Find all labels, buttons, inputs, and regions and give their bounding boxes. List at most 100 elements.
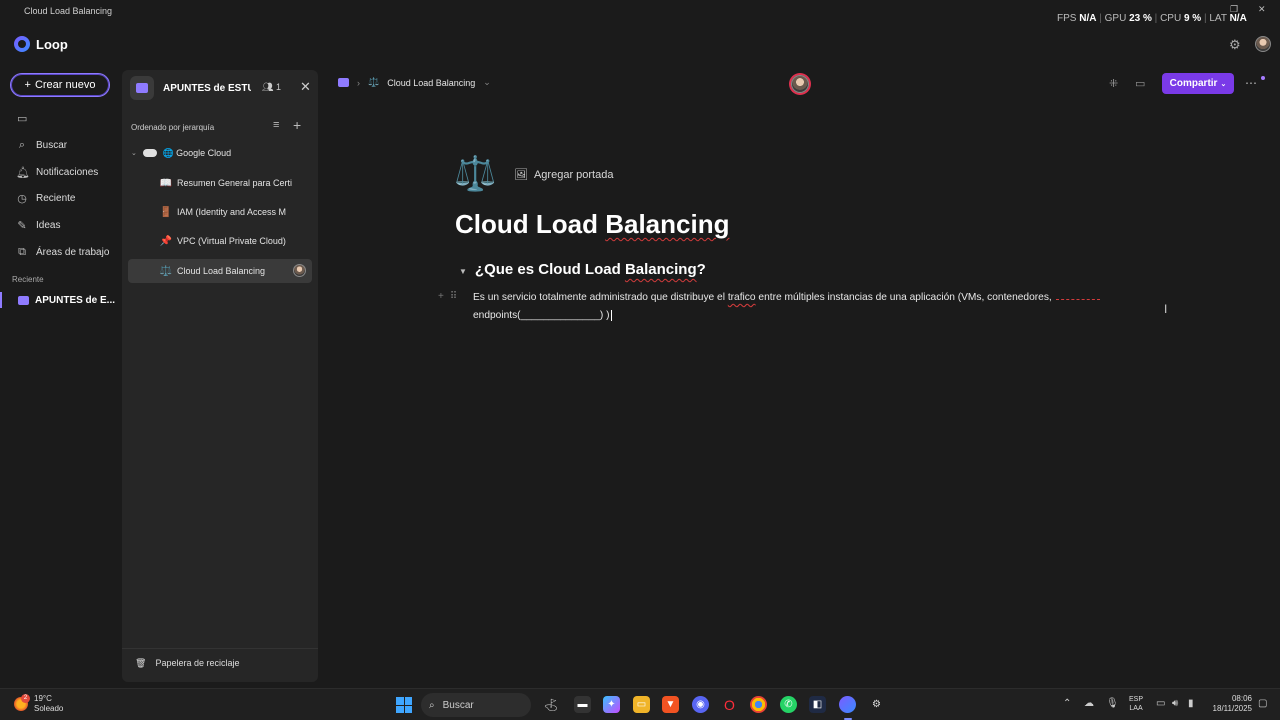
chrome-icon[interactable] [750, 696, 767, 713]
weather-text: Soleado [34, 704, 64, 713]
copilot-icon[interactable]: ✦ [603, 696, 620, 713]
workspace-title[interactable]: APUNTES de ESTU... [163, 83, 251, 94]
tree-item-iam[interactable]: 🚪 IAM (Identity and Access M [122, 200, 312, 224]
section-heading[interactable]: ▼ ¿Que es Cloud Load Balancing? [459, 261, 706, 278]
workspace-icon [136, 83, 148, 93]
nav-item-recent[interactable]: ◷ Reciente [16, 192, 75, 205]
close-window-icon[interactable]: ✕ [1258, 4, 1266, 15]
text-cursor-icon: I [1164, 302, 1168, 316]
breadcrumb-page[interactable]: Cloud Load Balancing [387, 78, 475, 88]
brave-icon[interactable]: ▼ [662, 696, 679, 713]
chevron-down-icon[interactable]: ⌄ [483, 77, 491, 88]
battery-icon[interactable]: ▮ [1188, 698, 1194, 709]
share-label: Compartir [1169, 78, 1218, 89]
page-title-text: Cloud Load [455, 209, 606, 239]
toggle-sidebar-icon[interactable]: ▭ [17, 112, 27, 125]
terminal-icon[interactable]: ▬ [574, 696, 591, 713]
cloud-off-icon[interactable]: ☁ [1084, 698, 1094, 709]
book-icon: 📖 [159, 177, 173, 189]
sun-icon: 2 [14, 694, 30, 711]
para-text: entre múltiples instancias de una aplica… [755, 292, 1052, 303]
discord-icon[interactable]: ◉ [692, 696, 709, 713]
recycle-bin-label: Papelera de reciclaje [155, 658, 240, 668]
members-count: 1 [275, 82, 281, 92]
apps-icon[interactable]: ⁜ [1109, 77, 1118, 90]
vscode-icon[interactable]: ◧ [809, 696, 826, 713]
door-icon: 🚪 [159, 206, 173, 218]
para-text: endpoints(______________) ) [473, 310, 610, 321]
language-indicator[interactable]: ESP LAA [1129, 695, 1143, 713]
nav-item-workspaces[interactable]: ⧉ Áreas de trabajo [16, 246, 109, 259]
app-header: Loop ⚙ [0, 22, 1280, 70]
windows-start-icon[interactable] [396, 697, 412, 713]
tree-item-google-cloud[interactable]: ⌄ 🌐 Google Cloud [122, 141, 312, 165]
taskbar-search-label: Buscar [442, 699, 474, 711]
page-title-misspelled: Balancing [605, 209, 730, 239]
comments-icon[interactable]: ▭ [1135, 77, 1145, 90]
pen-icon: ✎ [17, 220, 27, 232]
notification-center-icon[interactable]: ▢ [1258, 698, 1267, 709]
workspace-icon[interactable] [338, 78, 349, 87]
heading-punct: ? [696, 261, 706, 278]
opera-icon[interactable]: O [721, 696, 738, 713]
loop-taskbar-icon[interactable] [839, 696, 856, 713]
add-cover-button[interactable]: 🖼︎ Agregar portada [514, 168, 613, 182]
golf-app-icon[interactable]: ⛳︎ [538, 696, 564, 713]
nav-item-label: Notificaciones [36, 167, 99, 178]
paragraph[interactable]: Es un servicio totalmente administrado q… [473, 289, 1133, 325]
page-title[interactable]: Cloud Load Balancing [455, 209, 729, 240]
workspace-icon [18, 295, 29, 305]
weather-widget[interactable]: 2 19°C Soleado [14, 694, 63, 714]
clock-icon: ◷ [17, 193, 27, 205]
scales-icon: ⚖️ [159, 265, 173, 277]
create-new-button[interactable]: + Crear nuevo [10, 73, 110, 97]
settings-app-icon[interactable]: ⚙ [868, 696, 885, 713]
tree-item-resumen[interactable]: 📖 Resumen General para Certi [122, 171, 312, 195]
tree-item-cloud-load-balancing[interactable]: ⚖️ Cloud Load Balancing [128, 259, 312, 283]
nav-item-search[interactable]: ⌕ Buscar [16, 139, 67, 152]
collaborator-avatar [293, 264, 306, 277]
chevron-right-icon: › [357, 77, 360, 88]
taskbar-search[interactable]: ⌕ Buscar [421, 693, 531, 717]
microphone-icon[interactable]: 🎙︎ [1106, 698, 1119, 709]
bell-icon: 🔔︎ [16, 167, 30, 179]
recent-workspace-item[interactable]: APUNTES de E... [0, 292, 118, 308]
nav-item-label: Reciente [36, 193, 76, 204]
restore-window-icon[interactable]: ❐ [1230, 4, 1238, 15]
nav-item-notifications[interactable]: 🔔︎ Notificaciones [16, 166, 98, 179]
volume-icon[interactable]: 🔊︎ [1172, 698, 1178, 709]
app-name: Loop [36, 36, 68, 52]
tree-item-label: VPC (Virtual Private Cloud) [177, 236, 286, 246]
display-icon[interactable]: ▭ [1156, 698, 1165, 709]
lang-primary: ESP [1129, 696, 1144, 703]
collapse-triangle-icon[interactable]: ▼ [459, 267, 467, 276]
user-avatar[interactable] [1255, 36, 1271, 52]
filter-icon[interactable]: ≡ [273, 119, 279, 131]
share-button[interactable]: Compartir ⌄ [1162, 73, 1234, 94]
whatsapp-icon[interactable]: ✆ [780, 696, 797, 713]
add-page-icon[interactable]: + [293, 117, 301, 133]
block-handle-icon[interactable]: +⠿ [438, 291, 463, 302]
presence-avatar[interactable] [791, 75, 809, 93]
chevron-up-icon[interactable]: ⌃ [1063, 698, 1071, 709]
temperature: 19°C [34, 694, 52, 703]
para-misspelled: trafico [727, 292, 756, 303]
gear-icon[interactable]: ⚙ [1229, 37, 1241, 53]
system-clock[interactable]: 08:06 18/11/2025 [1208, 694, 1252, 714]
file-explorer-icon[interactable]: ▭ [633, 696, 650, 713]
cloud-icon [142, 149, 157, 157]
heading-text: ¿Que es Cloud Load [474, 261, 625, 278]
workspace-tile[interactable] [130, 76, 154, 100]
nav-item-ideas[interactable]: ✎ Ideas [16, 219, 60, 232]
search-icon: ⌕ [18, 139, 26, 151]
tree-item-vpc[interactable]: 📌 VPC (Virtual Private Cloud) [122, 229, 312, 253]
create-new-label: Crear nuevo [34, 79, 96, 91]
close-icon[interactable]: ✕ [300, 79, 311, 95]
app-brand[interactable]: Loop [14, 36, 68, 52]
more-options-icon[interactable]: ⋯ [1245, 76, 1257, 90]
recycle-bin[interactable]: 🗑︎ Papelera de reciclaje [122, 648, 318, 669]
scales-icon[interactable]: ⚖️ [454, 154, 496, 194]
document-area: › ⚖️ Cloud Load Balancing ⌄ ⁜ ▭ Comparti… [326, 70, 1280, 682]
para-text: Es un servicio totalmente administrado q… [473, 292, 728, 303]
members-button[interactable]: 👥︎ 1 [262, 82, 281, 93]
